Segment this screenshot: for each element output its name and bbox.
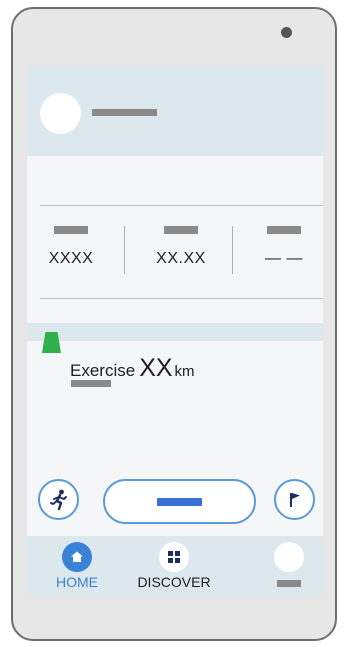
- stat-1-label-placeholder: [54, 226, 88, 234]
- tab-home[interactable]: HOME: [37, 536, 117, 590]
- grid-icon: [159, 542, 189, 572]
- stat-3: — —: [244, 226, 323, 268]
- tab-profile[interactable]: [249, 536, 323, 587]
- stat-2-label-placeholder: [164, 226, 198, 234]
- stat-1: XXXX: [31, 226, 111, 268]
- tab-discover[interactable]: DISCOVER: [134, 536, 214, 590]
- start-button-label-placeholder: [157, 497, 202, 506]
- app-screen: XXXX XX.XX — — Exercise XX km HOME DISCO…: [27, 66, 323, 594]
- start-button[interactable]: [103, 479, 256, 524]
- exercise-label: Exercise: [70, 361, 136, 380]
- flag-button[interactable]: [274, 479, 315, 520]
- exercise-summary: Exercise XX km: [70, 354, 195, 383]
- home-icon: [62, 542, 92, 572]
- stat-3-value: — —: [265, 250, 303, 267]
- run-button[interactable]: [38, 479, 79, 520]
- stat-divider-1: [124, 226, 125, 274]
- stat-1-value: XXXX: [48, 250, 94, 267]
- stat-2: XX.XX: [141, 226, 221, 268]
- exercise-value: XX: [139, 354, 173, 382]
- exercise-unit: km: [174, 363, 195, 380]
- avatar[interactable]: [40, 93, 81, 134]
- stats-bottom-divider: [40, 298, 323, 299]
- tab-discover-label: DISCOVER: [137, 574, 211, 590]
- profile-header: [27, 66, 323, 156]
- exercise-subtext-placeholder: [71, 380, 111, 387]
- camera-dot: [281, 27, 292, 38]
- tab-home-label: HOME: [56, 574, 98, 590]
- stat-2-value: XX.XX: [156, 250, 206, 267]
- tab-profile-label-placeholder: [277, 580, 301, 587]
- running-person-icon: [49, 489, 67, 510]
- bottom-tab-bar: HOME DISCOVER: [27, 536, 323, 594]
- stat-3-label-placeholder: [267, 226, 301, 234]
- stat-divider-2: [232, 226, 233, 274]
- blank-avatar-icon: [274, 542, 304, 572]
- flag-icon: [289, 492, 300, 507]
- username-placeholder: [92, 109, 157, 116]
- section-separator: [27, 323, 323, 341]
- stats-top-divider: [40, 205, 323, 206]
